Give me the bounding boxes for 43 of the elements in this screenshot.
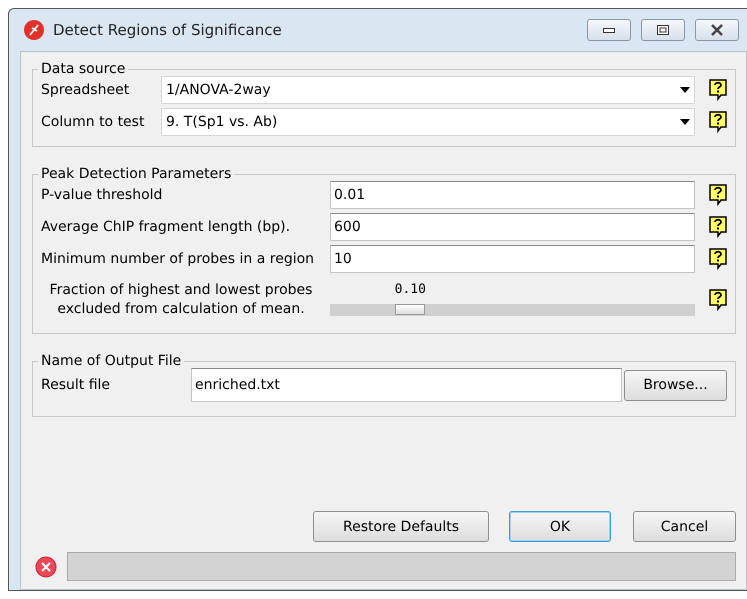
input-field[interactable]: enriched.txt: [191, 368, 622, 402]
input-field[interactable]: 10: [330, 245, 695, 273]
close-button[interactable]: [695, 19, 739, 41]
field-label: Fraction of highest and lowest probes excluded from calculation of mean.: [48, 281, 314, 319]
minimize-icon: [603, 28, 615, 32]
help-button[interactable]: [709, 111, 727, 133]
dropdown-field[interactable]: 1/ANOVA-2way: [161, 76, 695, 104]
field-label: Spreadsheet: [41, 82, 130, 98]
dialog-button[interactable]: Restore Defaults: [313, 511, 489, 542]
error-icon: [35, 556, 57, 578]
maximize-icon: [657, 25, 669, 35]
help-icon: [709, 289, 727, 311]
field-label: P-value threshold: [41, 187, 164, 203]
dialog-button[interactable]: Cancel: [633, 511, 736, 542]
dropdown-field[interactable]: 9. T(Sp1 vs. Ab): [161, 108, 695, 136]
help-icon: [709, 184, 727, 206]
dropdown-caret-icon: [680, 119, 690, 125]
help-button[interactable]: [709, 289, 727, 311]
help-button[interactable]: [709, 216, 727, 238]
slider-value: 0.10: [394, 282, 426, 297]
group-title: Name of Output File: [38, 353, 184, 369]
browse-button[interactable]: Browse...: [624, 370, 727, 400]
app-logo-icon: [23, 19, 45, 41]
close-icon: [710, 24, 724, 36]
slider-thumb[interactable]: [395, 304, 426, 315]
help-button[interactable]: [709, 79, 727, 101]
help-button[interactable]: [709, 184, 727, 206]
dropdown-caret-icon: [680, 87, 690, 93]
dialog-button[interactable]: OK: [509, 511, 611, 542]
field-label: Average ChIP fragment length (bp).: [41, 219, 292, 235]
help-icon: [709, 79, 727, 101]
field-label: Result file: [41, 377, 112, 393]
window-title: Detect Regions of Significance: [53, 21, 283, 39]
input-field[interactable]: 600: [330, 213, 695, 241]
minimize-button[interactable]: [587, 19, 631, 41]
help-icon: [709, 111, 727, 133]
field-label: Column to test: [41, 114, 146, 130]
field-label: Minimum number of probes in a region: [41, 251, 316, 267]
help-icon: [709, 216, 727, 238]
maximize-button[interactable]: [641, 19, 685, 41]
help-button[interactable]: [709, 248, 727, 270]
input-field[interactable]: 0.01: [330, 181, 695, 209]
help-icon: [709, 248, 727, 270]
